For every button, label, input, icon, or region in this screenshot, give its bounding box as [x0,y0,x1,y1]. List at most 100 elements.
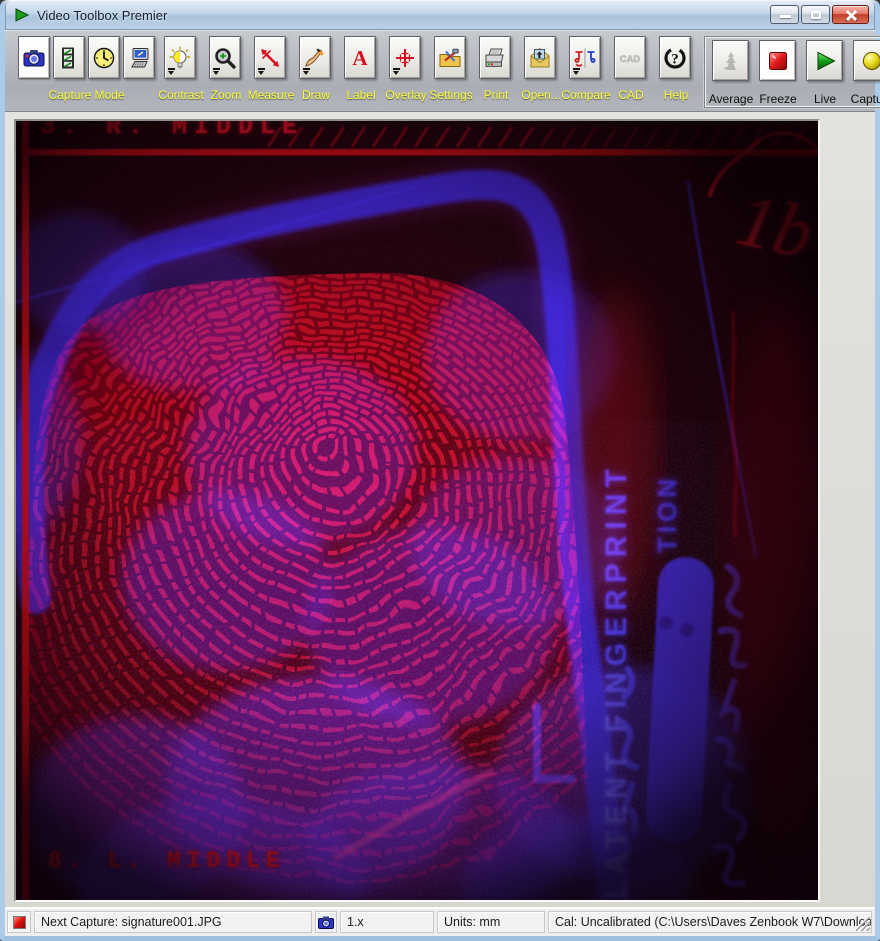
tools-row: Contrast Zoom Measure Draw A Label Overlay Sett… [158,36,704,108]
camera-capture-button[interactable] [18,36,50,79]
card-rule-vertical [22,121,29,900]
computer-icon [127,46,151,70]
open-button[interactable] [524,36,556,79]
zoom-button[interactable] [209,36,241,79]
hatch-scribbles [266,126,808,148]
measure-label: Measure [247,88,295,102]
freeze-label: Freeze [759,92,797,106]
capture-mode-label: Capture Mode [48,88,125,102]
tool-clock [88,36,120,81]
help-button[interactable]: ? [659,36,691,79]
bottom-finger-label: 8. L. MIDDLE [48,848,286,874]
settings-icon [438,46,462,70]
minimize-icon [780,15,791,18]
contrast-button[interactable] [164,36,196,79]
label-icon: A [348,46,372,70]
dropdown-arrow-icon[interactable] [392,68,400,75]
svg-text:A: A [352,46,368,70]
dropdown-arrow-icon[interactable] [572,68,580,75]
capture-button[interactable] [853,40,880,81]
resize-grip[interactable] [856,917,870,931]
compare-label: Compare [561,88,611,102]
tape-edge-band [16,162,758,900]
red-annotations-layer [22,121,818,900]
toolbar: Capture Mode Contrast Zoom Measure Draw A Lab… [5,30,880,112]
blue-handwriting [533,563,749,887]
tool-print: Print [479,36,513,108]
maximize-button[interactable] [801,5,830,24]
tool-open: Open... [521,36,561,108]
camera-icon [22,46,46,70]
average-icon [719,49,743,73]
help-label: Help [663,88,689,102]
compare-icon [573,46,597,70]
status-units: Units: mm [437,911,545,933]
status-next-capture: Next Capture: signature001.JPG [34,911,312,933]
film-capture-button[interactable] [53,36,85,79]
computer-capture-button[interactable] [123,36,155,79]
cad-icon: CAD [618,46,642,70]
dropdown-arrow-icon[interactable] [302,68,310,75]
print-label: Print [483,88,509,102]
status-calibration-text: Cal: Uncalibrated (C:\Users\Daves Zenboo… [555,915,872,929]
camera-icon [318,916,334,929]
tool-average: Average [708,40,754,112]
vignette-layer [16,121,818,900]
contrast-label: Contrast [158,88,204,102]
open-icon [528,46,552,70]
grain-layer [16,121,818,900]
cad-label: CAD [618,88,644,102]
cad-button[interactable]: CAD [614,36,646,79]
average-label: Average [708,92,754,106]
label-button[interactable]: A [344,36,376,79]
tool-settings: Settings [429,36,473,108]
live-label: Live [813,92,837,106]
close-icon [845,9,857,21]
tool-measure: Measure [248,36,294,108]
zoom-label: Zoom [210,88,242,102]
latent-overlay-layer [16,162,818,900]
tool-computer [123,36,155,81]
maximize-icon [811,11,821,19]
status-calibration: Cal: Uncalibrated (C:\Users\Daves Zenboo… [548,911,872,933]
print-button[interactable] [479,36,511,79]
measure-button[interactable] [254,36,286,79]
svg-text:CAD: CAD [620,54,641,65]
tool-camera [18,36,50,81]
print-icon [483,46,507,70]
app-play-icon [14,7,30,23]
exemplar-print-layer [28,272,592,900]
capture-icon [860,49,880,73]
tool-help: ? Help [659,36,693,108]
pink-ridge-streak [332,767,496,862]
client-area: 3. R. MIDDLE 8. L. MIDDLE LATENT FINGERP… [5,112,875,907]
capture-controls-group: Average Freeze Live Capture [704,36,880,108]
close-button[interactable] [832,5,869,24]
measure-icon [258,46,282,70]
average-button[interactable] [712,40,749,81]
compare-button[interactable] [569,36,601,79]
film-icon [57,46,81,70]
timed-capture-button[interactable] [88,36,120,79]
freeze-button[interactable] [759,40,796,81]
draw-label: Draw [301,88,331,102]
dropdown-arrow-icon[interactable] [167,68,175,75]
fingerprint-viewport[interactable]: 3. R. MIDDLE 8. L. MIDDLE LATENT FINGERP… [14,119,820,902]
live-button[interactable] [806,40,843,81]
applicator-stick [645,557,715,843]
settings-button[interactable] [434,36,466,79]
overlay-button[interactable] [389,36,421,79]
dropdown-arrow-icon[interactable] [257,68,265,75]
tool-cad: CAD CAD [614,36,648,108]
draw-button[interactable] [299,36,331,79]
record-indicator-panel [7,911,31,933]
minimize-button[interactable] [770,5,799,24]
handwritten-mark: 1b [729,178,820,276]
tool-freeze: Freeze [759,40,797,112]
dropdown-arrow-icon[interactable] [212,68,220,75]
titlebar[interactable]: Video Toolbox Premier [5,0,875,30]
live-icon [813,49,837,73]
latent-side-label-fragment: TION [652,474,682,553]
latent-side-label: LATENT FINGERPRINT [600,463,633,899]
app-window: Video Toolbox Premier Capture Mode Contr… [0,0,880,941]
